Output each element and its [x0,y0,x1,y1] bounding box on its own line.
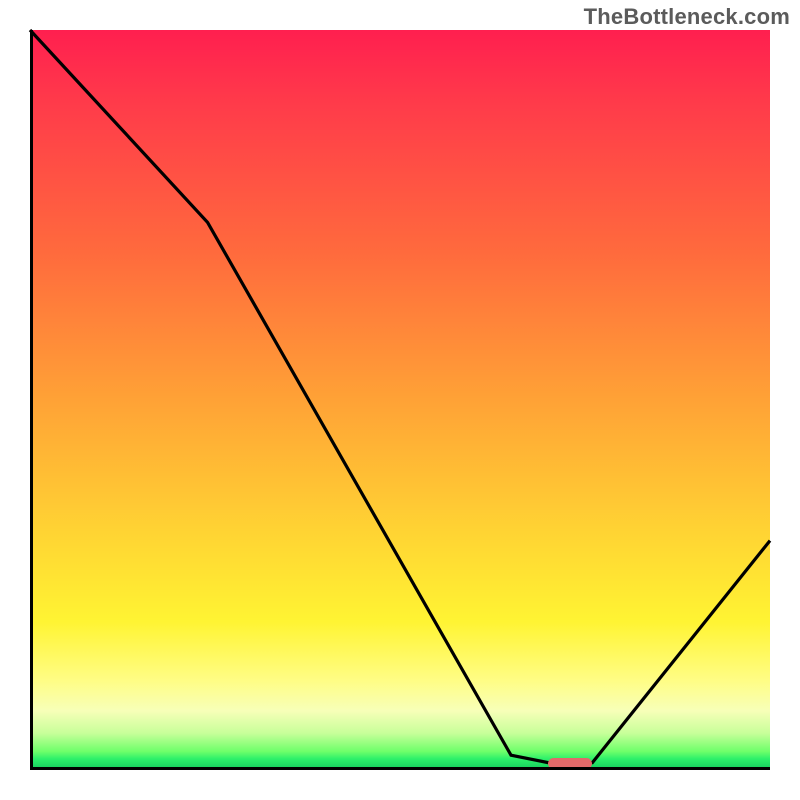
plot-area [30,30,770,770]
watermark-text: TheBottleneck.com [584,4,790,30]
curve-svg [30,30,770,770]
y-axis [30,30,33,770]
chart-container: TheBottleneck.com [0,0,800,800]
bottleneck-curve [30,30,770,763]
x-axis [30,767,770,770]
